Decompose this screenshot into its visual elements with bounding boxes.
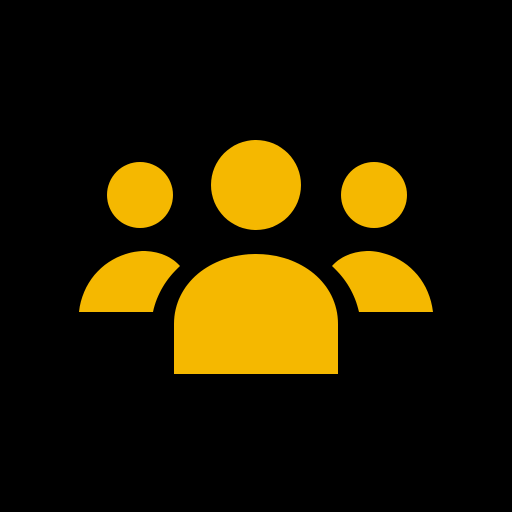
- icon-canvas: [0, 0, 512, 512]
- center-person-icon: [174, 140, 338, 374]
- right-person-icon: [332, 162, 433, 312]
- left-person-icon: [79, 162, 180, 312]
- group-icon: [79, 140, 433, 374]
